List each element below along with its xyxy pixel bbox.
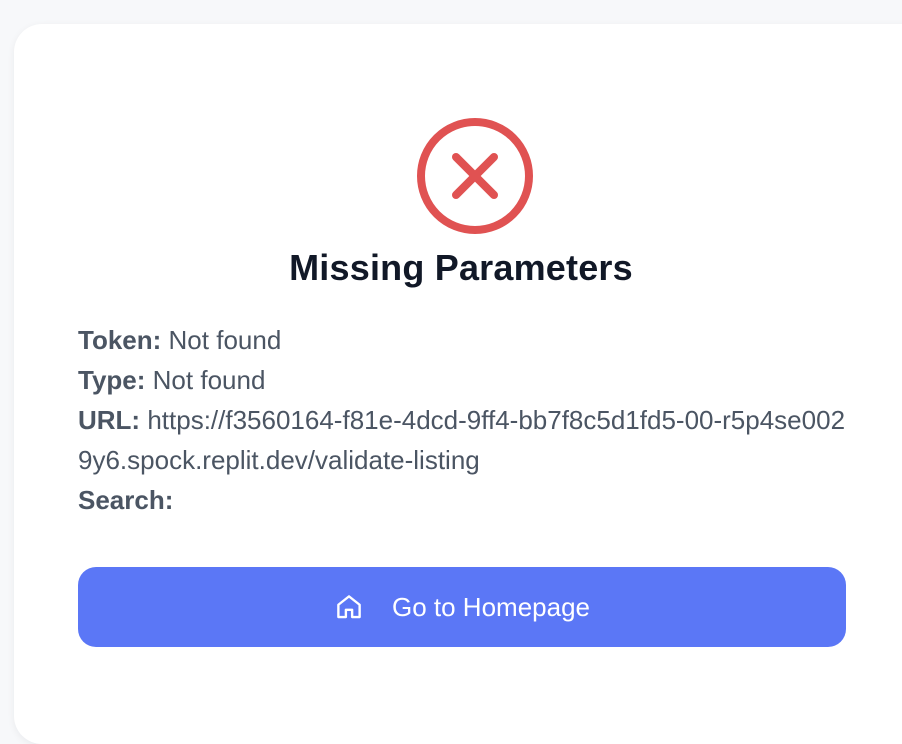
parameter-details: Token: Not found Type: Not found URL: ht… <box>78 320 848 520</box>
detail-value: Not found <box>168 325 282 355</box>
detail-key: URL: <box>78 405 141 435</box>
detail-key: Search: <box>78 485 174 515</box>
detail-row-token: Token: Not found <box>78 320 848 360</box>
detail-key: Token: <box>78 325 162 355</box>
button-label: Go to Homepage <box>391 591 590 622</box>
go-to-homepage-button[interactable]: Go to Homepage <box>78 567 846 647</box>
detail-row-url: URL: https://f3560164-f81e-4dcd-9ff4-bb7… <box>78 400 848 480</box>
detail-key: Type: <box>78 365 146 395</box>
detail-row-search: Search: <box>78 480 848 520</box>
page-title: Missing Parameters <box>289 247 633 288</box>
home-icon <box>334 592 364 622</box>
error-x-circle-icon <box>416 117 534 235</box>
detail-row-type: Type: Not found <box>78 360 848 400</box>
detail-value: https://f3560164-f81e-4dcd-9ff4-bb7f8c5d… <box>78 405 846 475</box>
detail-value: Not found <box>152 365 266 395</box>
